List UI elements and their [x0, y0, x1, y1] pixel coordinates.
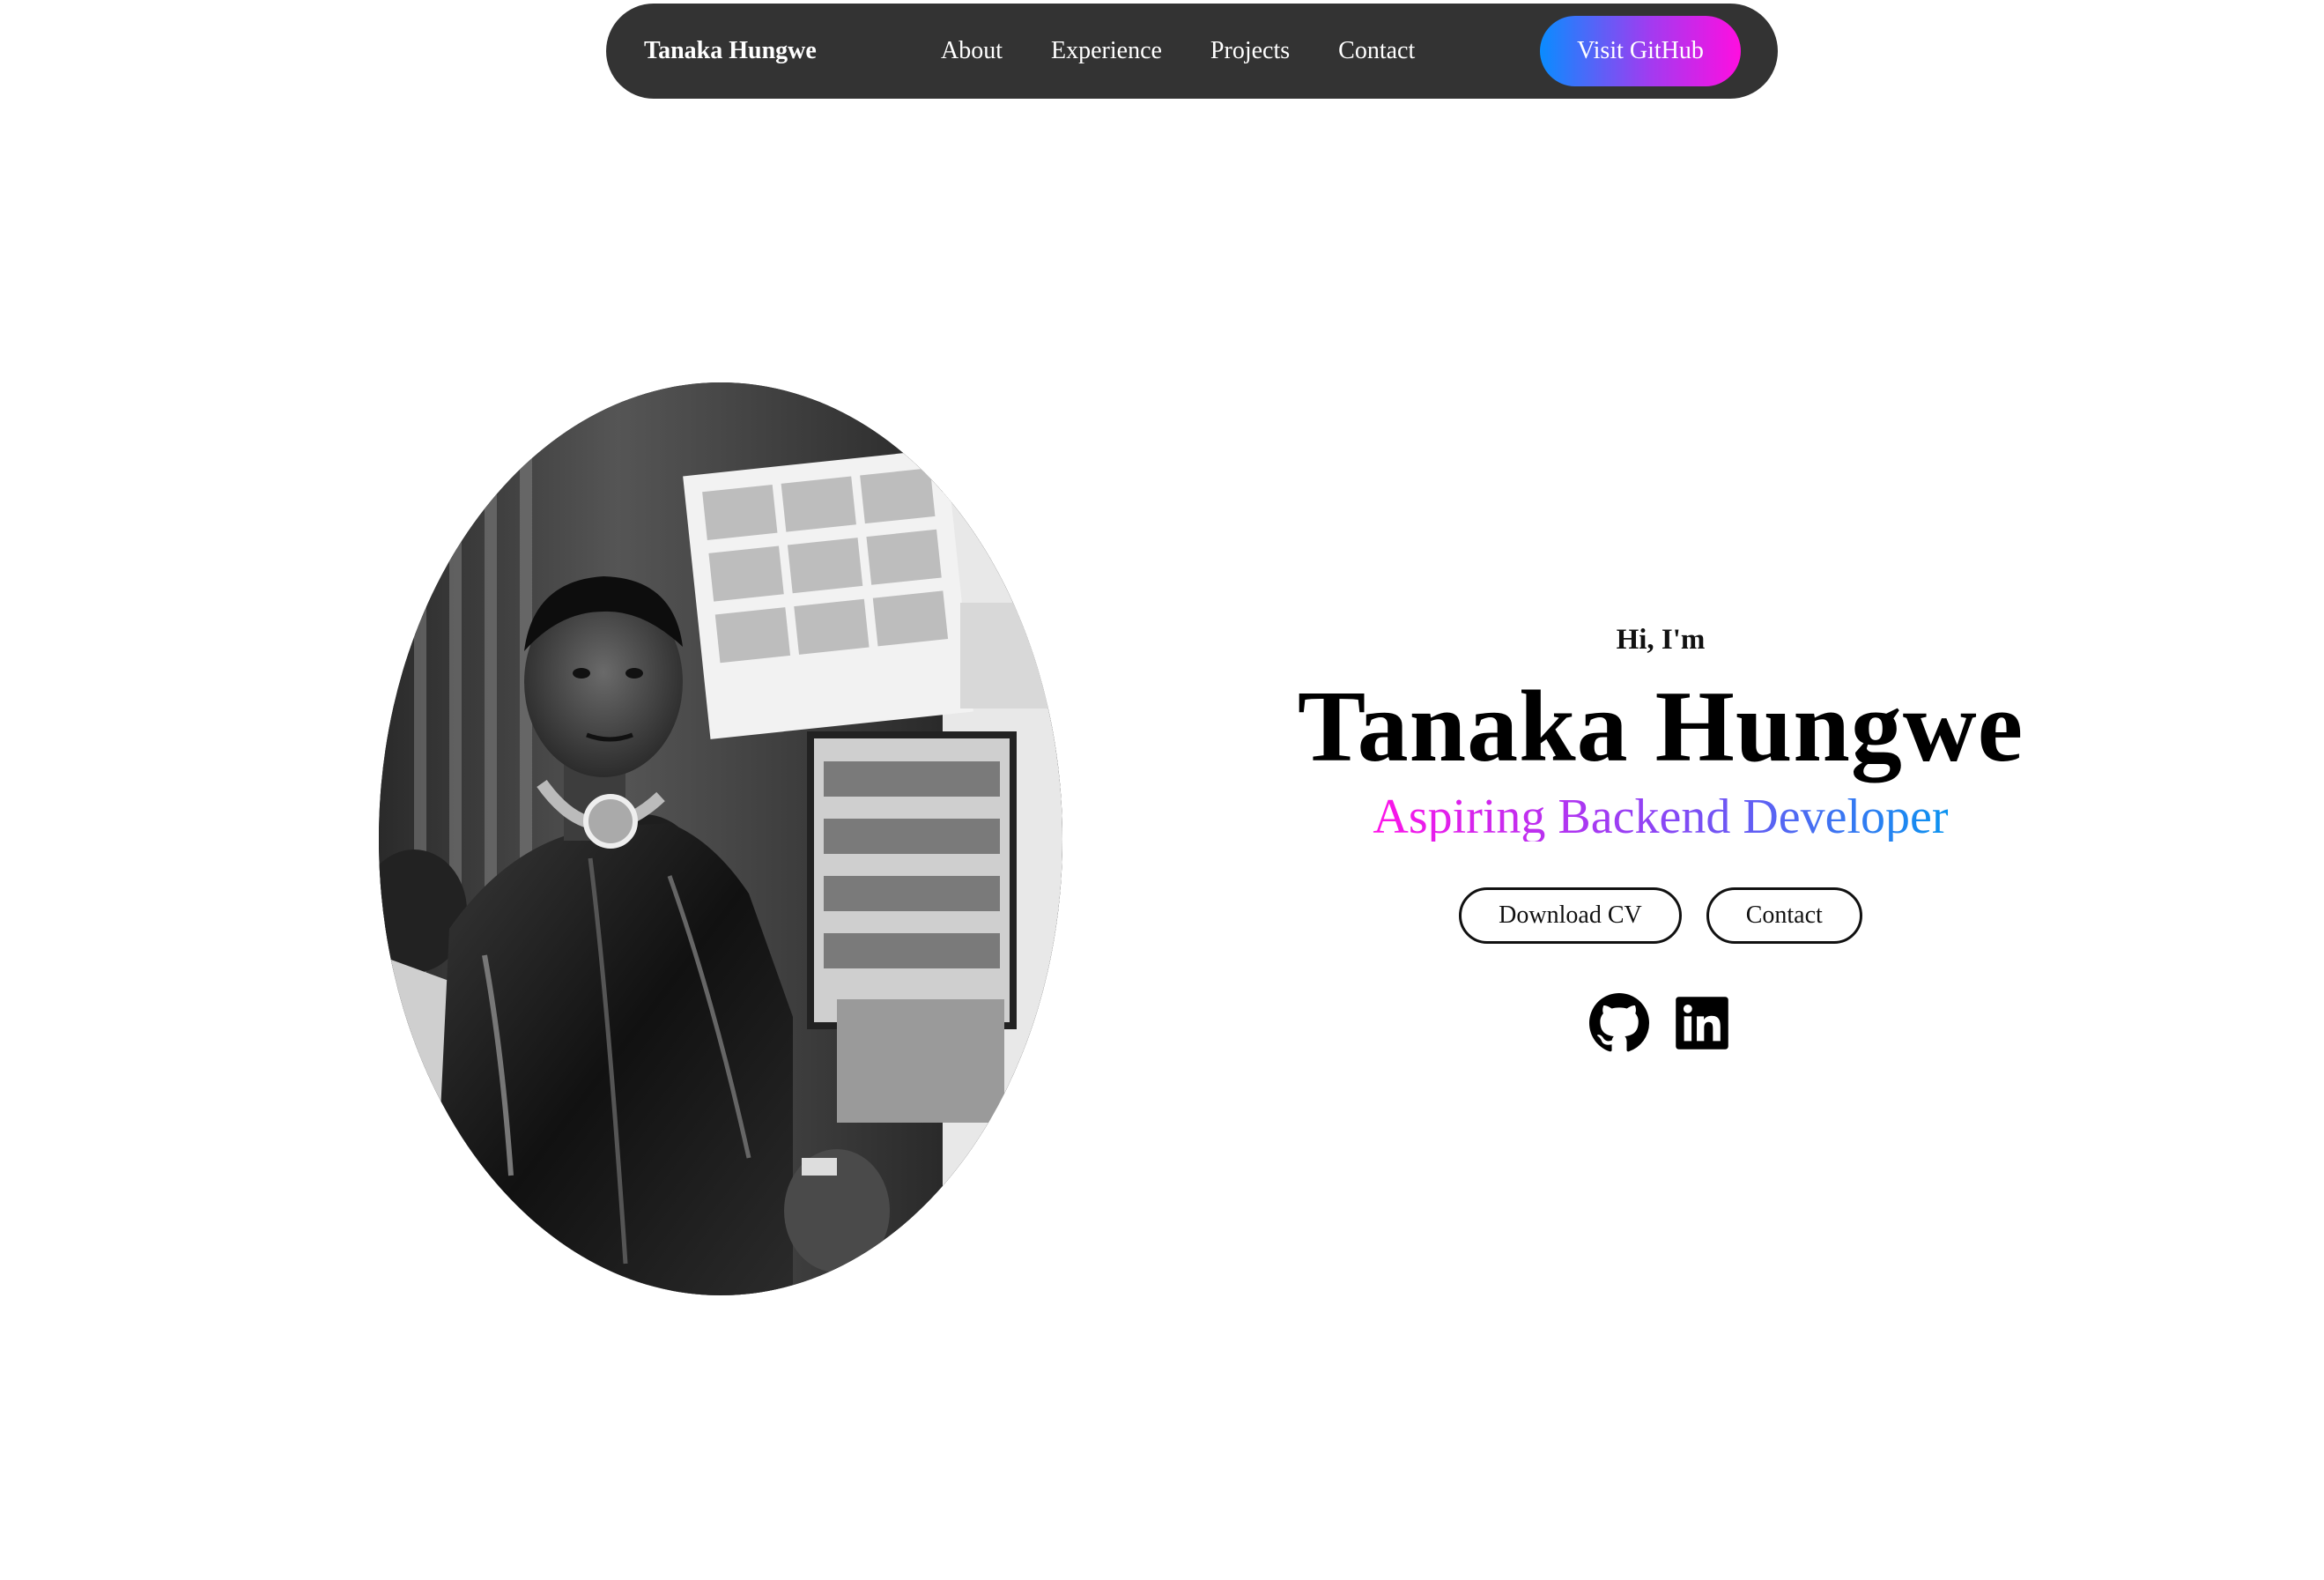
social-links	[1225, 993, 2097, 1053]
nav-link-experience[interactable]: Experience	[1051, 37, 1162, 65]
hero-name: Tanaka Hungwe	[1297, 671, 2024, 783]
brand-name[interactable]: Tanaka Hungwe	[644, 4, 817, 99]
contact-button[interactable]: Contact	[1706, 887, 1862, 944]
visit-github-button[interactable]: Visit GitHub	[1540, 16, 1741, 86]
download-cv-button[interactable]: Download CV	[1459, 887, 1682, 944]
nav-link-about[interactable]: About	[941, 37, 1003, 65]
navbar: Tanaka Hungwe About Experience Projects …	[606, 4, 1778, 99]
nav-link-projects[interactable]: Projects	[1210, 37, 1290, 65]
page: Tanaka Hungwe About Experience Projects …	[0, 0, 2324, 1580]
hero-buttons: Download CV Contact	[1225, 887, 2097, 944]
linkedin-icon[interactable]	[1672, 993, 1732, 1053]
greeting-text: Hi, I'm	[1616, 624, 1706, 656]
nav-link-contact[interactable]: Contact	[1338, 37, 1415, 65]
hero-role: Aspiring Backend Developer	[1373, 790, 1949, 844]
github-icon[interactable]	[1589, 993, 1649, 1053]
profile-photo	[379, 382, 1062, 1295]
nav-links: About Experience Projects Contact	[941, 4, 1415, 99]
hero-section: Hi, I'm Tanaka Hungwe Aspiring Backend D…	[1225, 617, 2097, 1053]
